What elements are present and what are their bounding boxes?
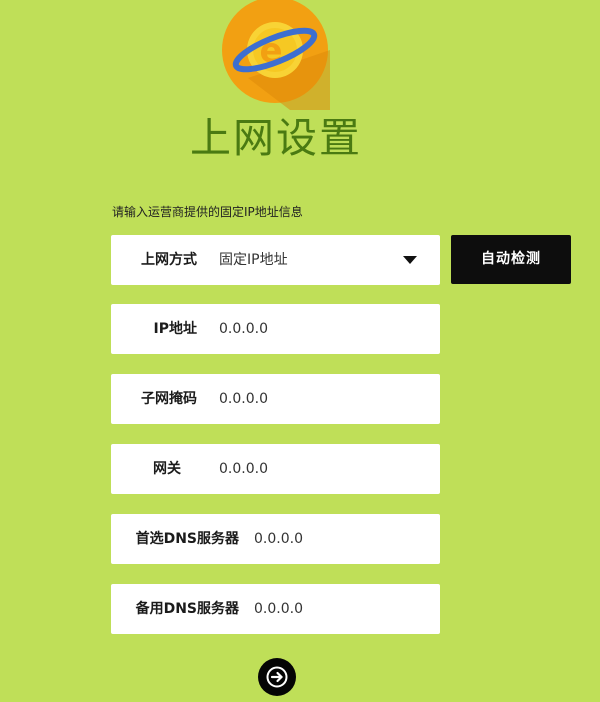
arrow-right-icon	[266, 666, 288, 688]
subnet-mask-field[interactable]: 子网掩码 0.0.0.0	[111, 374, 440, 424]
subnet-mask-input[interactable]: 0.0.0.0	[219, 374, 268, 424]
primary-dns-label: 首选DNS服务器	[135, 531, 239, 547]
gateway-label: 网关	[153, 461, 181, 477]
page-title: 上网设置	[190, 114, 362, 162]
primary-dns-input[interactable]: 0.0.0.0	[254, 514, 303, 564]
secondary-dns-field[interactable]: 备用DNS服务器 0.0.0.0	[111, 584, 440, 634]
next-button[interactable]	[258, 658, 296, 696]
connection-type-label: 上网方式	[141, 252, 197, 268]
gateway-input[interactable]: 0.0.0.0	[219, 444, 268, 494]
secondary-dns-input[interactable]: 0.0.0.0	[254, 584, 303, 634]
ip-address-label: IP地址	[153, 321, 197, 337]
secondary-dns-label: 备用DNS服务器	[135, 601, 239, 617]
gateway-field[interactable]: 网关 0.0.0.0	[111, 444, 440, 494]
subnet-mask-label: 子网掩码	[141, 391, 197, 407]
auto-detect-button[interactable]: 自动检测	[451, 235, 571, 284]
instruction-text: 请输入运营商提供的固定IP地址信息	[112, 205, 303, 219]
primary-dns-field[interactable]: 首选DNS服务器 0.0.0.0	[111, 514, 440, 564]
ip-address-input[interactable]: 0.0.0.0	[219, 304, 268, 354]
ie-globe-icon: e	[220, 0, 330, 110]
connection-type-value[interactable]: 固定IP地址	[219, 235, 288, 285]
ip-address-field[interactable]: IP地址 0.0.0.0	[111, 304, 440, 354]
connection-type-select[interactable]: 上网方式 固定IP地址	[111, 235, 440, 285]
chevron-down-icon[interactable]	[403, 256, 417, 264]
